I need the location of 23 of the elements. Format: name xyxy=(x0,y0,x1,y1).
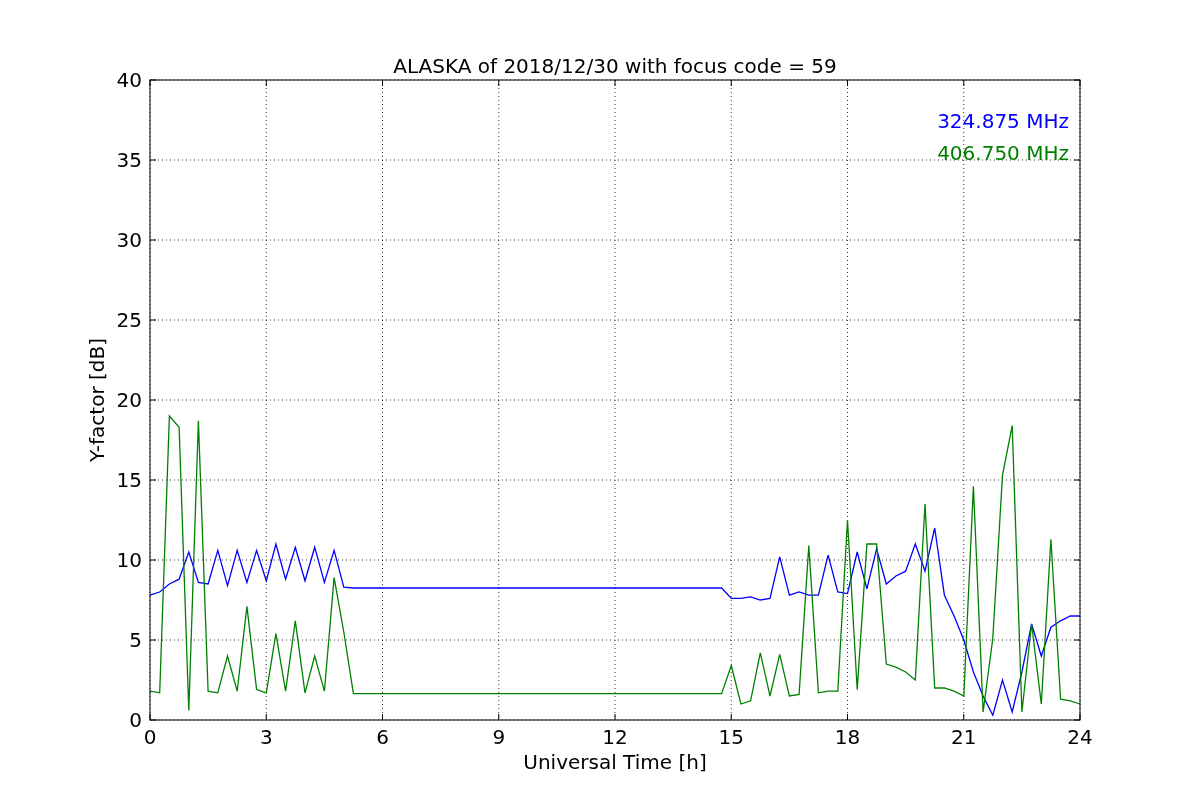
tick-label: 3 xyxy=(259,725,273,749)
tick-label: 10 xyxy=(116,548,142,572)
tick-label: 20 xyxy=(116,388,142,412)
tick-label: 18 xyxy=(834,725,861,749)
tick-label: 35 xyxy=(116,148,142,172)
tick-label: 25 xyxy=(116,308,142,332)
tick-label: 5 xyxy=(129,628,142,652)
tick-label: 30 xyxy=(116,228,142,252)
tick-label: 12 xyxy=(602,725,628,749)
x-axis-label: Universal Time [h] xyxy=(523,750,707,774)
legend-label: 324.875 MHz xyxy=(937,109,1069,133)
chart-title: ALASKA of 2018/12/30 with focus code = 59 xyxy=(393,54,837,78)
tick-label: 9 xyxy=(492,725,506,749)
tick-label: 21 xyxy=(951,725,977,749)
tick-label: 0 xyxy=(143,725,157,749)
tick-label: 6 xyxy=(376,725,389,749)
tick-label: 15 xyxy=(718,725,744,749)
tick-label: 15 xyxy=(116,468,142,492)
y-axis-label: Y-factor [dB] xyxy=(85,338,109,462)
tick-label: 24 xyxy=(1067,725,1093,749)
tick-label: 0 xyxy=(129,708,142,732)
tick-label: 40 xyxy=(116,68,142,92)
legend-label: 406.750 MHz xyxy=(937,141,1069,165)
